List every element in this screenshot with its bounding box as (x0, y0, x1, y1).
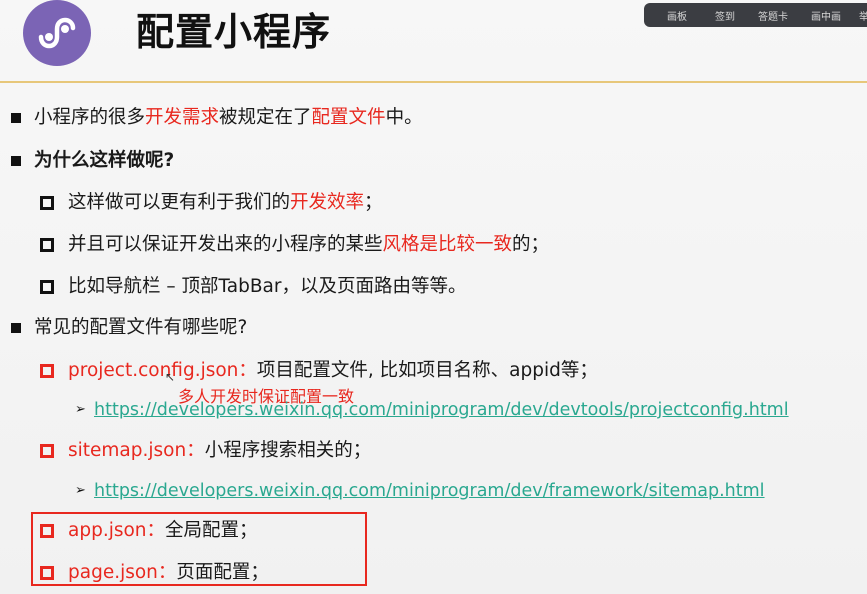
bullet-config-intro: 小程序的很多开发需求被规定在了配置文件中。 (34, 105, 423, 131)
config-file-desc: 项目配置文件, 比如项目名称、appid等； (256, 360, 598, 381)
config-file-desc: 小程序搜索相关的； (204, 440, 372, 461)
mini-program-logo-icon (23, 0, 91, 66)
config-file-desc: 全局配置； (165, 520, 258, 541)
header-divider (0, 81, 867, 83)
bullet-text: 的； (512, 234, 550, 255)
bullet-text: 这样做可以更有利于我们的 (68, 192, 291, 213)
hollow-square-bullet-icon (40, 238, 54, 252)
hollow-square-bullet-icon (40, 566, 54, 580)
highlight-text: 开发需求 (145, 107, 220, 128)
bullet-text: 被规定在了 (219, 107, 312, 128)
hollow-square-bullet-icon (40, 196, 54, 210)
projectconfig-doc-link[interactable]: https://developers.weixin.qq.com/minipro… (94, 398, 789, 422)
config-file-name: page.json： (68, 562, 177, 583)
sub-bullet-tabbar: 比如导航栏 – 顶部TabBar，以及页面路由等等。 (68, 276, 467, 297)
config-item-app: app.json：全局配置； (68, 518, 258, 544)
bullet-text: 小程序的很多 (34, 107, 146, 128)
toolbar-raise-hand-button[interactable]: 举手 (854, 8, 867, 23)
highlight-text: 开发效率 (290, 192, 365, 213)
sitemap-doc-link[interactable]: https://developers.weixin.qq.com/minipro… (94, 479, 765, 503)
config-item-project: project.config.json：项目配置文件, 比如项目名称、appid… (68, 358, 598, 384)
sub-bullet-efficiency: 这样做可以更有利于我们的开发效率； (68, 190, 383, 216)
toolbar-pip-button[interactable]: 画中画 (798, 8, 854, 23)
logo-glyph (38, 17, 76, 49)
config-item-sitemap: sitemap.json：小程序搜索相关的； (68, 438, 371, 464)
square-bullet-icon (11, 156, 21, 166)
toolbar-answer-card-button[interactable]: 答题卡 (748, 8, 798, 23)
toolbar-checkin-button[interactable]: 签到 (702, 8, 748, 23)
config-file-name: app.json： (68, 520, 166, 541)
hollow-square-bullet-icon (40, 280, 54, 294)
slide: 配置小程序 画板 签到 答题卡 画中画 举手 小程序的很多开发需求被规定在了配置… (0, 0, 867, 594)
sub-bullet-consistency: 并且可以保证开发出来的小程序的某些风格是比较一致的； (68, 232, 549, 258)
hollow-square-bullet-icon (40, 524, 54, 538)
presentation-toolbar: 画板 签到 答题卡 画中画 举手 (644, 3, 867, 27)
square-bullet-icon (11, 323, 21, 333)
config-file-name: sitemap.json： (68, 440, 205, 461)
bullet-why-heading: 为什么这样做呢? (34, 150, 175, 171)
bullet-text: ； (364, 192, 383, 213)
bullet-text: 并且可以保证开发出来的小程序的某些 (68, 234, 383, 255)
toolbar-whiteboard-button[interactable]: 画板 (652, 8, 702, 23)
bullet-text: 中。 (385, 107, 423, 128)
hollow-square-bullet-icon (40, 444, 54, 458)
highlight-text: 配置文件 (311, 107, 386, 128)
config-file-name: project.config.json： (68, 360, 257, 381)
hollow-square-bullet-icon (40, 364, 54, 378)
config-item-page: page.json：页面配置； (68, 560, 269, 586)
square-bullet-icon (11, 113, 21, 123)
page-title: 配置小程序 (136, 10, 332, 54)
bullet-config-files-heading: 常见的配置文件有哪些呢? (34, 317, 248, 338)
mouse-cursor-icon: ↖ (165, 370, 176, 384)
highlight-text: 风格是比较一致 (382, 234, 513, 255)
config-file-desc: 页面配置； (176, 562, 269, 583)
arrow-bullet-icon: ➢ (75, 483, 86, 498)
arrow-bullet-icon: ➢ (75, 402, 86, 417)
